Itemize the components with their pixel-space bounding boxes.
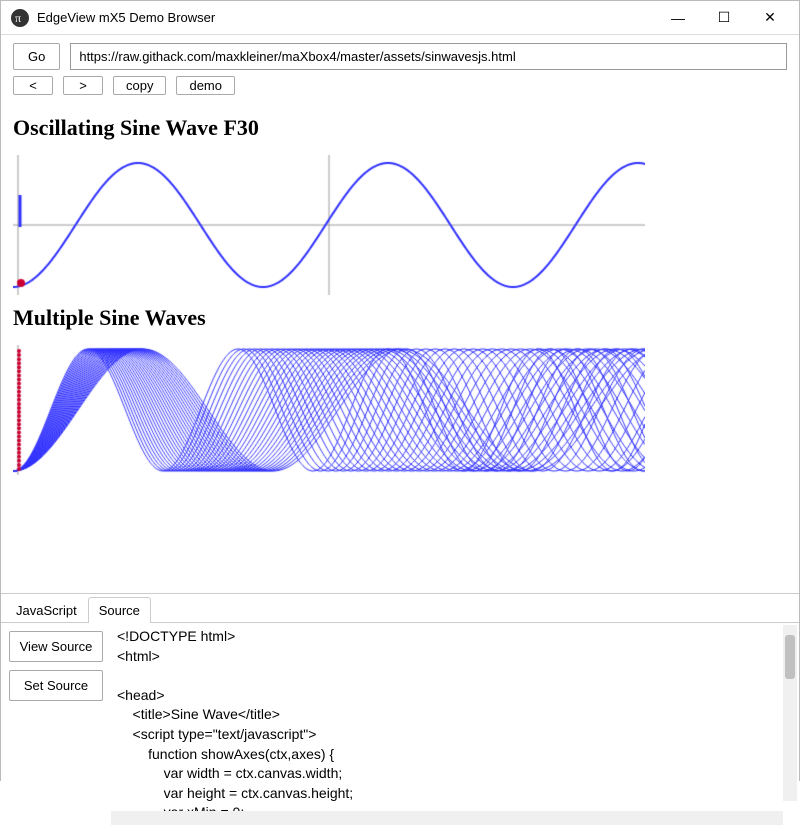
window-title: EdgeView mX5 Demo Browser — [37, 10, 655, 25]
view-source-button[interactable]: View Source — [9, 631, 103, 662]
chart-single-sine — [13, 155, 645, 295]
close-icon: ✕ — [764, 9, 776, 26]
back-button[interactable]: < — [13, 76, 53, 95]
minimize-icon: ― — [671, 10, 685, 26]
svg-text:π: π — [15, 11, 21, 25]
window-maximize-button[interactable]: ☐ — [701, 3, 747, 33]
browser-toolbar: Go < > copy demo — [1, 35, 799, 99]
horizontal-scrollbar[interactable] — [111, 811, 783, 825]
dev-tabs: JavaScript Source — [1, 594, 799, 622]
copy-button[interactable]: copy — [113, 76, 166, 95]
window-minimize-button[interactable]: ― — [655, 3, 701, 33]
forward-button[interactable]: > — [63, 76, 103, 95]
dev-side-buttons: View Source Set Source — [1, 623, 111, 827]
set-source-button[interactable]: Set Source — [9, 670, 103, 701]
go-button[interactable]: Go — [13, 43, 60, 70]
source-code-view[interactable]: <!DOCTYPE html> <html> <head> <title>Sin… — [111, 623, 799, 827]
window-titlebar: π EdgeView mX5 Demo Browser ― ☐ ✕ — [1, 1, 799, 35]
url-input[interactable] — [70, 43, 787, 70]
maximize-icon: ☐ — [718, 9, 731, 26]
tab-javascript[interactable]: JavaScript — [5, 597, 88, 623]
heading-oscillating-sine: Oscillating Sine Wave F30 — [13, 115, 787, 141]
window-close-button[interactable]: ✕ — [747, 3, 793, 33]
scrollbar-thumb[interactable] — [785, 635, 795, 679]
vertical-scrollbar[interactable] — [783, 625, 797, 801]
page-content: Oscillating Sine Wave F30 Multiple Sine … — [1, 99, 799, 593]
app-pi-icon: π — [11, 9, 29, 27]
dev-panel: JavaScript Source View Source Set Source… — [1, 593, 799, 827]
chart-multiple-sines — [13, 345, 645, 475]
heading-multiple-sines: Multiple Sine Waves — [13, 305, 787, 331]
tab-source[interactable]: Source — [88, 597, 151, 623]
demo-button[interactable]: demo — [176, 76, 235, 95]
